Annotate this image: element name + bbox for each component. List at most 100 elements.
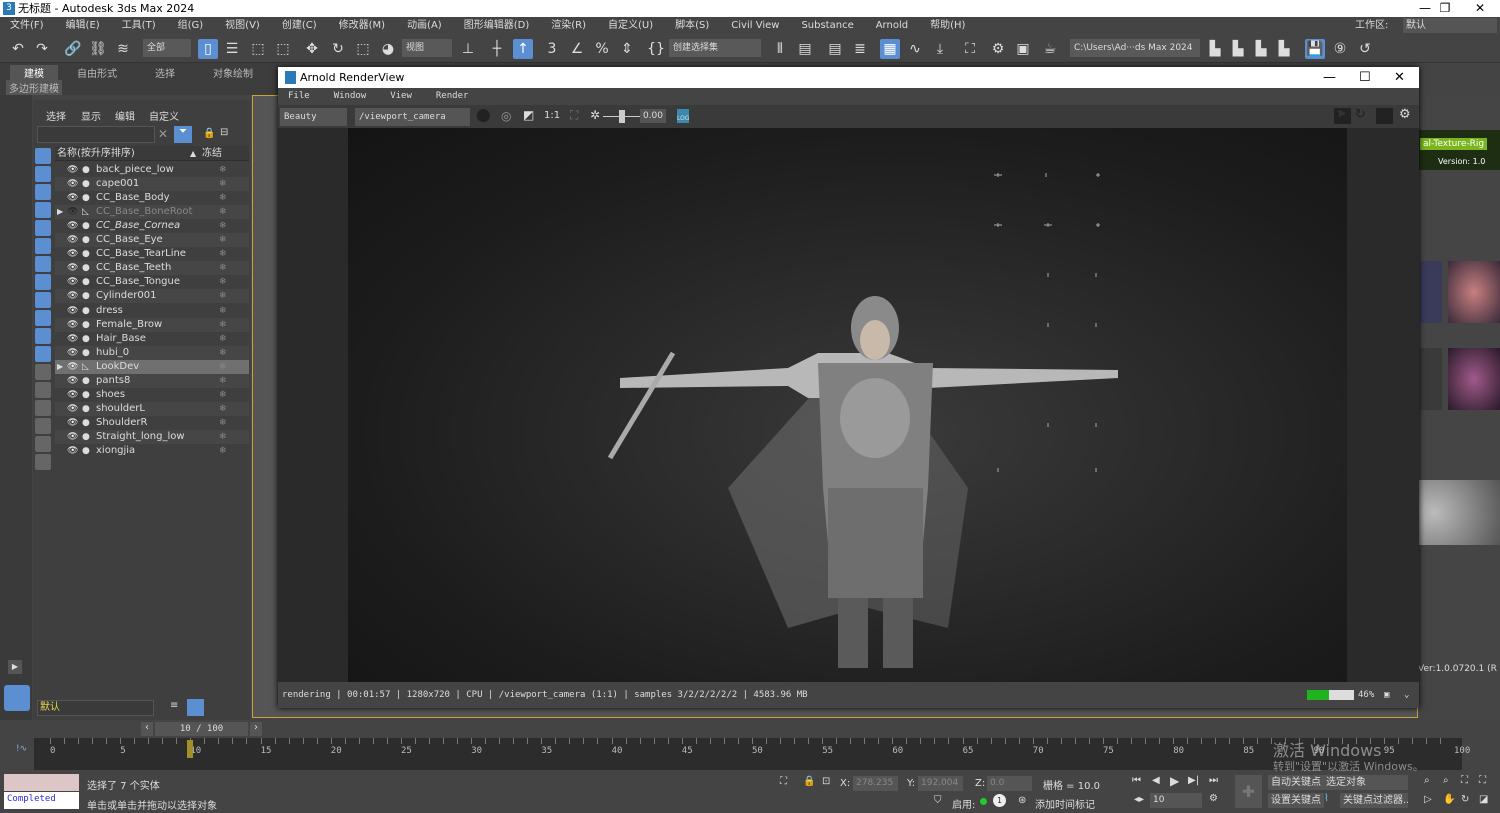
select-by-name-icon[interactable]: ☰ (222, 39, 242, 59)
visibility-eye-icon[interactable]: 👁 (67, 388, 78, 402)
scale-icon[interactable]: ⬚ (353, 39, 373, 59)
settings-gear-icon[interactable]: ⚙ (1399, 107, 1411, 122)
freeze-icon[interactable]: ❄ (219, 332, 227, 346)
zoom-all-icon[interactable]: ⌕ (1443, 775, 1449, 786)
adaptive-degradation-icon[interactable]: ⛉ (934, 795, 942, 806)
hierarchy-view-icon[interactable] (187, 699, 204, 716)
visibility-eye-icon[interactable]: 👁 (67, 191, 78, 205)
expand-arrow-icon[interactable]: ▶ (57, 205, 63, 219)
move-icon[interactable]: ✥ (302, 39, 322, 59)
workspace-dropdown[interactable]: 默认 (1403, 18, 1497, 33)
checker-icon[interactable]: ◩ (523, 108, 534, 122)
current-frame-field[interactable]: 10 (1150, 793, 1202, 808)
list-item[interactable]: 👁 ● Straight_long_low ❄ (55, 429, 249, 444)
align-icon[interactable]: ▤ (795, 39, 815, 59)
menu-substance[interactable]: Substance (801, 20, 853, 31)
exposure-input[interactable]: 0.00 (640, 109, 666, 123)
key-filters-button[interactable]: 关键点过滤器... (1340, 793, 1408, 808)
rv-menu-window[interactable]: Window (334, 91, 367, 101)
info-icon[interactable]: 1 (993, 794, 1006, 807)
menu-file[interactable]: 文件(F) (10, 20, 44, 31)
time-configuration-icon[interactable]: ⚙ (1209, 793, 1218, 804)
visibility-eye-icon[interactable]: 👁 (67, 416, 78, 430)
keyboard-shortcut-override-icon[interactable]: ↑ (513, 39, 533, 59)
project-path-dropdown[interactable]: C:\Users\Ad···ds Max 2024 (1070, 39, 1200, 57)
redo-icon[interactable]: ↷ (32, 39, 52, 59)
rgb-channel-icon[interactable]: ◎ (501, 109, 511, 123)
lock-icon[interactable]: 🔒 (203, 128, 215, 139)
list-item[interactable]: ▶ 👁 ◺ LookDev ❄ (55, 359, 249, 374)
render-production-icon[interactable]: ☕ (1040, 39, 1060, 59)
visibility-eye-icon[interactable]: 👁 (67, 205, 78, 219)
ribbon-toggle-icon[interactable]: ▦ (880, 39, 900, 59)
history-count-icon[interactable]: ⑨ (1330, 39, 1350, 59)
exposure-slider-handle[interactable] (619, 110, 625, 123)
visibility-eye-icon[interactable]: 👁 (67, 275, 78, 289)
freeze-icon[interactable]: ❄ (219, 289, 227, 303)
mirror-icon[interactable]: ⫴ (770, 39, 790, 59)
select-manipulate-icon[interactable]: ┼ (487, 39, 507, 59)
filter-toggle-icon[interactable] (35, 274, 51, 290)
scene-explorer-toggle-icon[interactable]: ▤ (825, 39, 845, 59)
freeze-icon[interactable]: ❄ (219, 191, 227, 205)
list-item[interactable]: 👁 ● CC_Base_TearLine ❄ (55, 247, 249, 261)
visibility-eye-icon[interactable]: 👁 (67, 402, 78, 416)
menu-views[interactable]: 视图(V) (225, 20, 260, 31)
time-ruler[interactable]: 0 5 10 15 20 25 30 35 40 45 50 55 60 65 70 75 80 85 90 95 10… (34, 738, 1470, 770)
ribbon-tab-selection[interactable]: 选择 (155, 65, 175, 80)
aperture-icon[interactable]: ⬤ (476, 108, 491, 123)
visibility-eye-icon[interactable]: 👁 (67, 177, 78, 191)
freeze-icon[interactable]: ❄ (219, 402, 227, 416)
add-time-tag[interactable]: 添加时间标记 (1035, 796, 1095, 811)
menu-arnold[interactable]: Arnold (876, 20, 908, 31)
project-tree-icon[interactable]: ▙ (1274, 39, 1294, 59)
freeze-icon[interactable]: ❄ (219, 177, 227, 191)
previous-frame-icon[interactable]: ◀ (1152, 775, 1160, 786)
curve-editor-mini-icon[interactable]: !∿ (16, 744, 27, 754)
list-item[interactable]: 👁 ● back_piece_low ❄ (55, 163, 249, 177)
autosave-icon[interactable]: 💾 (1305, 39, 1325, 59)
freeze-icon[interactable]: ❄ (219, 388, 227, 402)
close-button[interactable]: ✕ (1394, 67, 1405, 88)
absolute-mode-icon[interactable]: ⊡ (822, 776, 830, 787)
list-item[interactable]: 👁 ● xiongjia ❄ (55, 444, 249, 458)
filter-toggle-icon[interactable] (35, 436, 51, 452)
menu-animation[interactable]: 动画(A) (407, 20, 442, 31)
freeze-icon[interactable]: ❄ (219, 346, 227, 360)
rv-menu-file[interactable]: File (288, 91, 310, 101)
freeze-icon[interactable]: ❄ (219, 219, 227, 233)
list-item[interactable]: 👁 ● CC_Base_Cornea ❄ (55, 219, 249, 233)
expand-arrow-icon[interactable]: ▶ (57, 360, 63, 374)
ribbon-tab-modeling[interactable]: 建模 (10, 65, 58, 80)
rendered-frame-window-icon[interactable]: ▣ (1013, 39, 1033, 59)
thumbnail[interactable] (1420, 261, 1442, 323)
freeze-icon[interactable]: ❄ (219, 444, 227, 458)
list-item[interactable]: 👁 ● dress ❄ (55, 304, 249, 318)
menu-graph-editors[interactable]: 图形编辑器(D) (464, 20, 530, 31)
ribbon-tab-freeform[interactable]: 自由形式 (77, 65, 117, 80)
list-item[interactable]: 👁 ● pants8 ❄ (55, 373, 249, 388)
auto-key-button[interactable]: 自动关键点 (1268, 775, 1324, 790)
layer-dropdown[interactable]: 默认 (37, 700, 154, 716)
play-icon[interactable]: ▶ (1170, 774, 1179, 788)
filter-toggle-icon[interactable] (35, 238, 51, 254)
next-frame-arrow[interactable]: › (250, 722, 262, 736)
freeze-icon[interactable]: ❄ (219, 416, 227, 430)
list-item[interactable]: 👁 ● CC_Base_Teeth ❄ (55, 261, 249, 276)
unlink-icon[interactable]: ⛓ (88, 39, 108, 59)
refresh-render-icon[interactable]: ↻ (1355, 107, 1366, 122)
clear-search-icon[interactable]: ✕ (158, 127, 168, 141)
filter-toggle-icon[interactable] (35, 292, 51, 308)
link-icon[interactable]: 🔗 (63, 39, 83, 59)
visibility-eye-icon[interactable]: 👁 (67, 289, 78, 303)
project-structure-icon[interactable]: ▙ (1251, 39, 1271, 59)
curve-editor-icon[interactable]: ∿ (905, 39, 925, 59)
expand-arrow-icon[interactable]: ▶ (8, 660, 22, 674)
minimize-button[interactable]: — (1323, 67, 1336, 88)
list-item[interactable]: 👁 ● CC_Base_Body ❄ (55, 191, 249, 205)
thumbnail[interactable] (1448, 261, 1500, 323)
maxscript-listener[interactable] (4, 774, 79, 791)
render-image[interactable] (348, 128, 1347, 682)
set-key-big-icon[interactable]: ✚ (1235, 775, 1262, 808)
prev-frame-arrow[interactable]: ‹ (141, 722, 153, 736)
